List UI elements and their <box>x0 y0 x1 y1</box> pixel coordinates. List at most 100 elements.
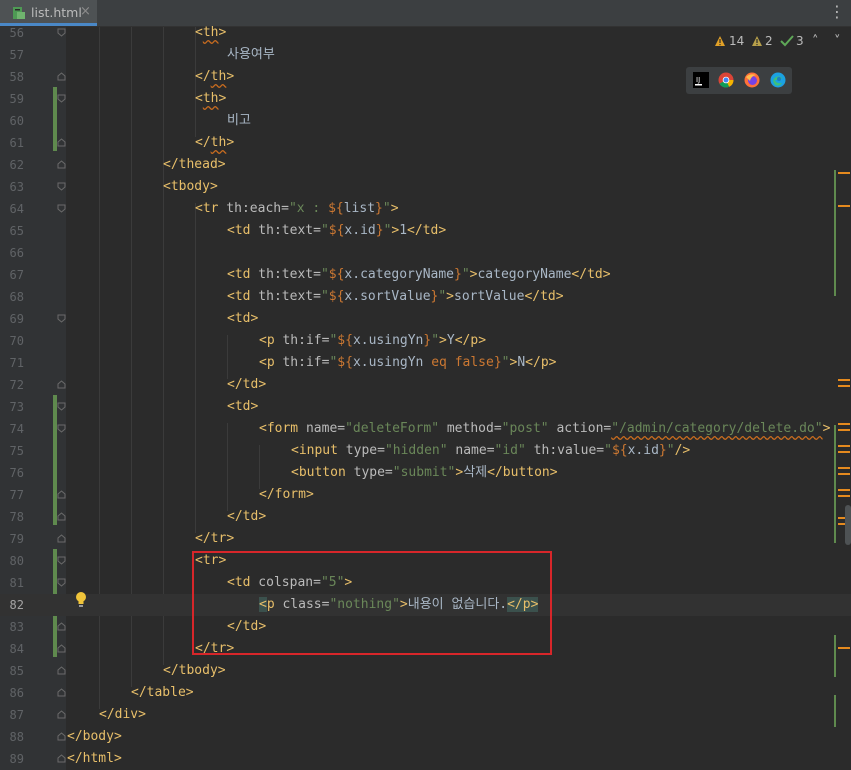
fold-close-icon[interactable] <box>57 710 66 719</box>
code-line[interactable]: 78 </td> <box>0 506 851 528</box>
code-token: Y <box>446 333 455 348</box>
code-line[interactable]: 79 </tr> <box>0 528 851 550</box>
code-line[interactable]: 62 </thead> <box>0 154 851 176</box>
warning-stripe-mark[interactable] <box>838 172 850 174</box>
chrome-icon[interactable] <box>718 72 734 88</box>
fold-close-icon[interactable] <box>57 380 66 389</box>
line-number: 80 <box>9 554 24 568</box>
code-token: "post" <box>501 421 549 436</box>
fold-close-icon[interactable] <box>57 72 66 81</box>
code-line[interactable]: 73 <td> <box>0 396 851 418</box>
code-line[interactable]: 72 </td> <box>0 374 851 396</box>
code-line[interactable]: 75 <input type="hidden" name="id" th:val… <box>0 440 851 462</box>
warning-stripe-mark[interactable] <box>838 647 850 649</box>
intellij-icon[interactable]: IJ <box>693 72 709 88</box>
fold-close-icon[interactable] <box>57 512 66 521</box>
fold-open-icon[interactable] <box>57 94 66 103</box>
warning-stripe-mark[interactable] <box>838 473 850 475</box>
code-line[interactable]: 57 사용여부 <box>0 44 851 66</box>
code-line[interactable]: 76 <button type="submit">삭제</button> <box>0 462 851 484</box>
code-line[interactable]: 71 <p th:if="${x.usingYn eq false}">N</p… <box>0 352 851 374</box>
code-line[interactable]: 89 </html> <box>0 748 851 770</box>
fold-open-icon[interactable] <box>57 424 66 433</box>
fold-close-icon[interactable] <box>57 732 66 741</box>
line-number: 74 <box>9 422 24 436</box>
warning-stripe-mark[interactable] <box>838 423 850 425</box>
change-stripe-mark[interactable] <box>834 425 836 543</box>
code-line[interactable]: 85 </tbody> <box>0 660 851 682</box>
code-content: <tbody> <box>163 176 218 198</box>
warning-stripe-mark[interactable] <box>838 385 850 387</box>
warning-stripe-mark[interactable] <box>838 495 850 497</box>
warning-stripe-mark[interactable] <box>838 379 850 381</box>
code-token: "x : <box>288 201 329 216</box>
fold-close-icon[interactable] <box>57 534 66 543</box>
line-number: 81 <box>9 576 24 590</box>
fold-close-icon[interactable] <box>57 666 66 675</box>
fold-close-icon[interactable] <box>57 490 66 499</box>
warning-stripe-mark[interactable] <box>838 489 850 491</box>
code-line[interactable]: 64 <tr th:each="x : ${list}"> <box>0 198 851 220</box>
fold-open-icon[interactable] <box>57 204 66 213</box>
code-content: </thead> <box>163 154 226 176</box>
warning-stripe-mark[interactable] <box>838 451 850 453</box>
code-line[interactable]: 68 <td th:text="${x.sortValue}">sortValu… <box>0 286 851 308</box>
line-number: 72 <box>9 378 24 392</box>
change-stripe-mark[interactable] <box>834 635 836 677</box>
change-stripe-mark[interactable] <box>834 695 836 727</box>
html-file-icon <box>13 7 25 19</box>
code-token: " <box>666 443 675 458</box>
code-line[interactable]: 61 </th> <box>0 132 851 154</box>
code-token: > <box>446 289 454 304</box>
code-token: " <box>604 443 612 458</box>
weak-warning-icon <box>752 36 762 46</box>
fold-open-icon[interactable] <box>57 182 66 191</box>
code-content: </form> <box>259 484 314 506</box>
previous-highlight-icon[interactable]: ˄ <box>812 34 819 49</box>
fold-open-icon[interactable] <box>57 578 66 587</box>
highlight-annotation-box <box>192 551 552 655</box>
code-token: " <box>320 289 329 304</box>
code-line[interactable]: 63 <tbody> <box>0 176 851 198</box>
code-token: > <box>548 355 557 370</box>
code-editor[interactable]: 56 <th> 57 사용여부 58 </th> 59 <th> 60 비고 6… <box>0 25 851 770</box>
fold-open-icon[interactable] <box>57 556 66 565</box>
firefox-icon[interactable] <box>744 72 760 88</box>
code-line[interactable]: 66 <box>0 242 851 264</box>
code-line[interactable]: 77 </form> <box>0 484 851 506</box>
fold-close-icon[interactable] <box>57 754 66 763</box>
code-line[interactable]: 69 <td> <box>0 308 851 330</box>
fold-close-icon[interactable] <box>57 160 66 169</box>
code-line[interactable]: 74 <form name="deleteForm" method="post"… <box>0 418 851 440</box>
code-line[interactable]: 67 <td th:text="${x.categoryName}">categ… <box>0 264 851 286</box>
change-stripe-mark[interactable] <box>834 170 836 296</box>
fold-open-icon[interactable] <box>57 28 66 37</box>
more-icon[interactable]: ⋮ <box>829 2 845 21</box>
code-token: td <box>234 289 251 304</box>
fold-close-icon[interactable] <box>57 644 66 653</box>
warning-stripe-mark[interactable] <box>838 467 850 469</box>
code-token: th:each= <box>218 201 289 216</box>
code-line[interactable]: 65 <td th:text="${x.id}">1</td> <box>0 220 851 242</box>
fold-open-icon[interactable] <box>57 402 66 411</box>
code-line[interactable]: 87 </div> <box>0 704 851 726</box>
code-line[interactable]: 88 </body> <box>0 726 851 748</box>
warning-stripe-mark[interactable] <box>838 429 850 431</box>
error-stripe[interactable] <box>834 27 851 770</box>
fold-close-icon[interactable] <box>57 688 66 697</box>
code-line[interactable]: 60 비고 <box>0 110 851 132</box>
code-content: <th> <box>195 88 226 110</box>
lightbulb-icon[interactable] <box>74 591 88 609</box>
edge-icon[interactable] <box>770 72 786 88</box>
fold-open-icon[interactable] <box>57 314 66 323</box>
close-icon[interactable]: × <box>80 4 91 19</box>
fold-close-icon[interactable] <box>57 622 66 631</box>
browser-preview-bar: IJ <box>686 67 792 94</box>
vertical-scrollbar-thumb[interactable] <box>845 505 851 545</box>
code-line[interactable]: 86 </table> <box>0 682 851 704</box>
fold-close-icon[interactable] <box>57 138 66 147</box>
warning-stripe-mark[interactable] <box>838 445 850 447</box>
line-number: 89 <box>9 752 24 766</box>
warning-stripe-mark[interactable] <box>838 205 850 207</box>
code-line[interactable]: 70 <p th:if="${x.usingYn}">Y</p> <box>0 330 851 352</box>
